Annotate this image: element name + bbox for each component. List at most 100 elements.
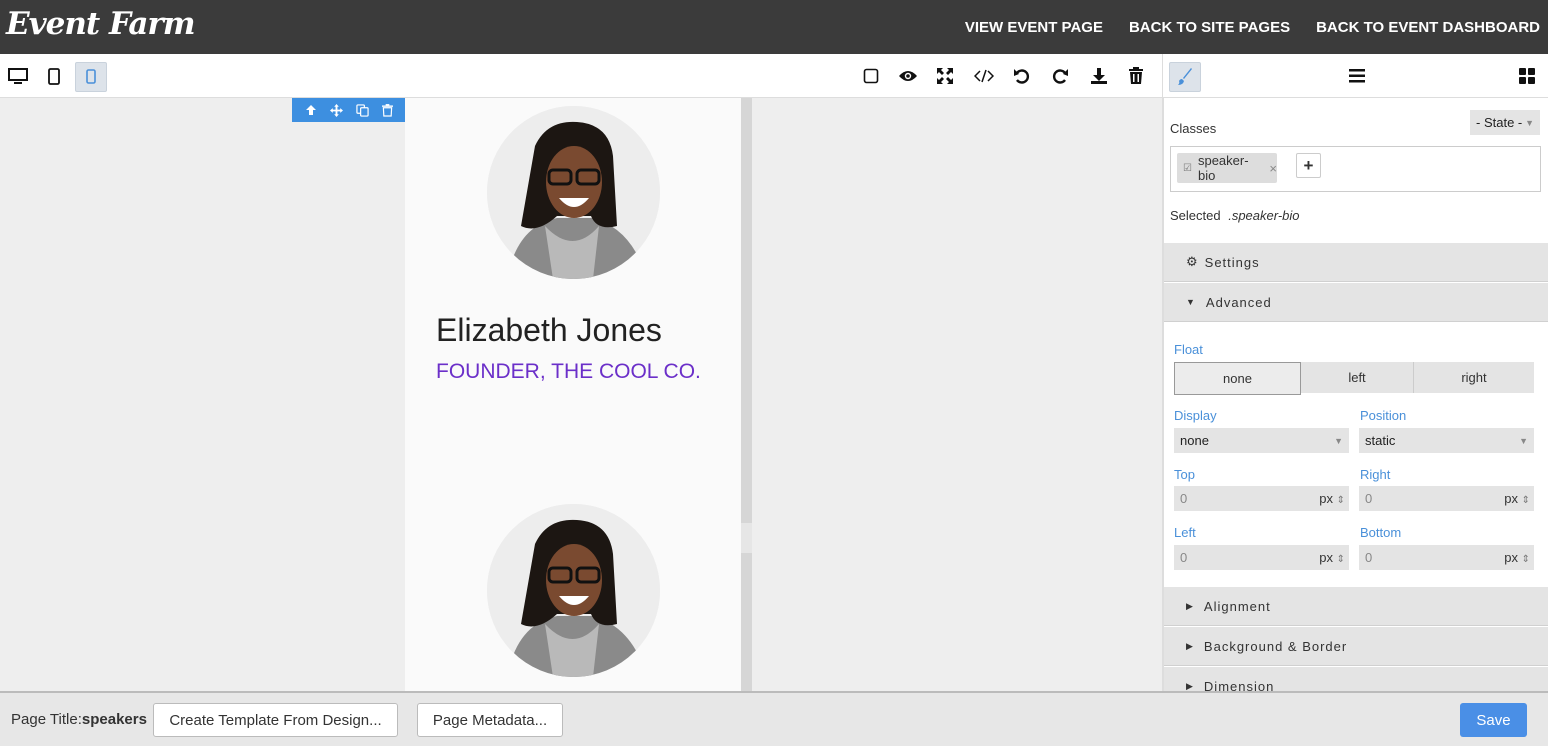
caret-right-icon: ▶ (1186, 600, 1194, 611)
hamburger-icon (1349, 69, 1365, 83)
advanced-section-label: Advanced (1205, 294, 1272, 310)
top-nav: VIEW EVENT PAGE BACK TO SITE PAGES BACK … (965, 0, 1540, 54)
preview-button[interactable] (894, 62, 922, 90)
bottom-bar: Page Title:speakers Create Template From… (0, 691, 1548, 746)
right-unit-label: px (1504, 491, 1518, 506)
right-value: 0 (1365, 491, 1373, 506)
bottom-input[interactable]: 0 px ⇕ (1359, 545, 1534, 570)
component-toolbar (292, 98, 405, 122)
mobile-view-button[interactable] (75, 62, 107, 92)
right-input[interactable]: 0 px ⇕ (1359, 486, 1534, 511)
page-metadata-button[interactable]: Page Metadata... (417, 703, 563, 737)
speaker-portrait-image (487, 106, 660, 279)
tablet-icon (48, 68, 60, 85)
gear-icon: ⚙ (1186, 254, 1199, 269)
editor-canvas[interactable]: Elizabeth Jones FOUNDER, THE COOL CO. (0, 98, 1162, 691)
page-title-label: Page Title: (11, 711, 82, 728)
background-border-section[interactable]: ▶ Background & Border (1164, 627, 1548, 666)
code-view-button[interactable] (970, 62, 998, 90)
top-unit-label: px (1319, 491, 1333, 506)
style-manager-button[interactable] (1169, 62, 1201, 92)
display-label: Display (1174, 408, 1217, 423)
clone-icon[interactable] (355, 103, 369, 117)
blocks-button[interactable] (1513, 62, 1541, 90)
float-left-option[interactable]: left (1301, 362, 1414, 393)
top-label: Top (1174, 467, 1195, 482)
background-border-section-label: Background & Border (1203, 638, 1348, 654)
advanced-section[interactable]: ▼ Advanced (1164, 283, 1548, 322)
mobile-frame[interactable]: Elizabeth Jones FOUNDER, THE COOL CO. (405, 98, 741, 691)
right-label: Right (1360, 467, 1391, 482)
selected-label: Selected (1170, 208, 1221, 223)
desktop-view-button[interactable] (2, 62, 34, 92)
bottom-unit[interactable]: px ⇕ (1504, 550, 1530, 565)
state-select[interactable]: - State - ▼ (1470, 110, 1540, 135)
create-template-button[interactable]: Create Template From Design... (153, 703, 398, 737)
stepper-icon[interactable]: ⇕ (1337, 495, 1345, 506)
stepper-icon[interactable]: ⇕ (1522, 495, 1530, 506)
right-unit[interactable]: px ⇕ (1504, 491, 1530, 506)
view-event-page-link[interactable]: VIEW EVENT PAGE (965, 19, 1103, 36)
dimension-section[interactable]: ▶ Dimension (1164, 667, 1548, 691)
class-tags-box[interactable]: ☑ speaker-bio × + (1170, 146, 1541, 192)
float-radio-group: none left right (1174, 362, 1534, 395)
remove-class-icon[interactable]: × (1269, 161, 1277, 176)
speaker-title[interactable]: FOUNDER, THE COOL CO. (436, 360, 701, 384)
eye-icon (899, 71, 917, 81)
top-input[interactable]: 0 px ⇕ (1174, 486, 1349, 511)
back-to-event-dashboard-link[interactable]: BACK TO EVENT DASHBOARD (1316, 19, 1540, 36)
bottom-unit-label: px (1504, 550, 1518, 565)
alignment-section-label: Alignment (1203, 598, 1271, 614)
top-unit[interactable]: px ⇕ (1319, 491, 1345, 506)
show-borders-button[interactable] (857, 62, 885, 90)
position-select-value: static (1365, 433, 1396, 448)
select-parent-icon[interactable] (305, 104, 317, 116)
page-title: Page Title:speakers (11, 711, 147, 728)
classes-label: Classes (1170, 121, 1217, 136)
speaker-photo-2[interactable] (487, 504, 660, 677)
position-select[interactable]: static ▼ (1359, 428, 1534, 453)
float-right-option[interactable]: right (1414, 362, 1534, 393)
event-farm-logo[interactable]: Event Farm (6, 6, 196, 42)
speaker-name[interactable]: Elizabeth Jones (436, 312, 662, 349)
display-select-value: none (1180, 433, 1209, 448)
grid-icon (1519, 68, 1535, 84)
layer-manager-button[interactable] (1343, 62, 1371, 90)
speaker-portrait-image (487, 504, 660, 677)
left-unit[interactable]: px ⇕ (1319, 550, 1345, 565)
chevron-down-icon: ▼ (1334, 436, 1343, 446)
redo-icon (1053, 69, 1068, 84)
move-icon[interactable] (329, 103, 343, 117)
undo-button[interactable] (1008, 62, 1036, 90)
alignment-section[interactable]: ▶ Alignment (1164, 587, 1548, 626)
desktop-icon (8, 68, 28, 84)
settings-section[interactable]: ⚙ Settings (1164, 243, 1548, 282)
checkbox-icon[interactable]: ☑ (1183, 163, 1192, 174)
fullscreen-button[interactable] (931, 62, 959, 90)
chevron-down-icon: ▼ (1525, 118, 1534, 128)
state-select-value: - State - (1476, 115, 1523, 130)
square-outline-icon (863, 68, 879, 84)
speaker-photo[interactable] (487, 106, 660, 279)
stepper-icon[interactable]: ⇕ (1337, 554, 1345, 565)
stepper-icon[interactable]: ⇕ (1522, 554, 1530, 565)
clear-canvas-button[interactable] (1122, 62, 1150, 90)
float-none-option[interactable]: none (1174, 362, 1301, 395)
class-tag[interactable]: ☑ speaker-bio × (1177, 153, 1277, 183)
fullscreen-icon (937, 68, 953, 84)
panel-toolbar (1162, 54, 1548, 98)
back-to-site-pages-link[interactable]: BACK TO SITE PAGES (1129, 19, 1290, 36)
delete-component-icon[interactable] (381, 103, 393, 117)
frame-scrollbar[interactable] (741, 98, 752, 691)
editor-toolbar (0, 54, 1162, 98)
frame-scrollbar-thumb[interactable] (741, 523, 752, 553)
left-input[interactable]: 0 px ⇕ (1174, 545, 1349, 570)
caret-down-icon: ▼ (1186, 297, 1196, 307)
export-button[interactable] (1085, 62, 1113, 90)
redo-button[interactable] (1046, 62, 1074, 90)
save-button[interactable]: Save (1460, 703, 1527, 737)
brush-icon (1178, 68, 1192, 85)
tablet-view-button[interactable] (38, 62, 70, 92)
display-select[interactable]: none ▼ (1174, 428, 1349, 453)
add-class-button[interactable]: + (1296, 153, 1321, 178)
